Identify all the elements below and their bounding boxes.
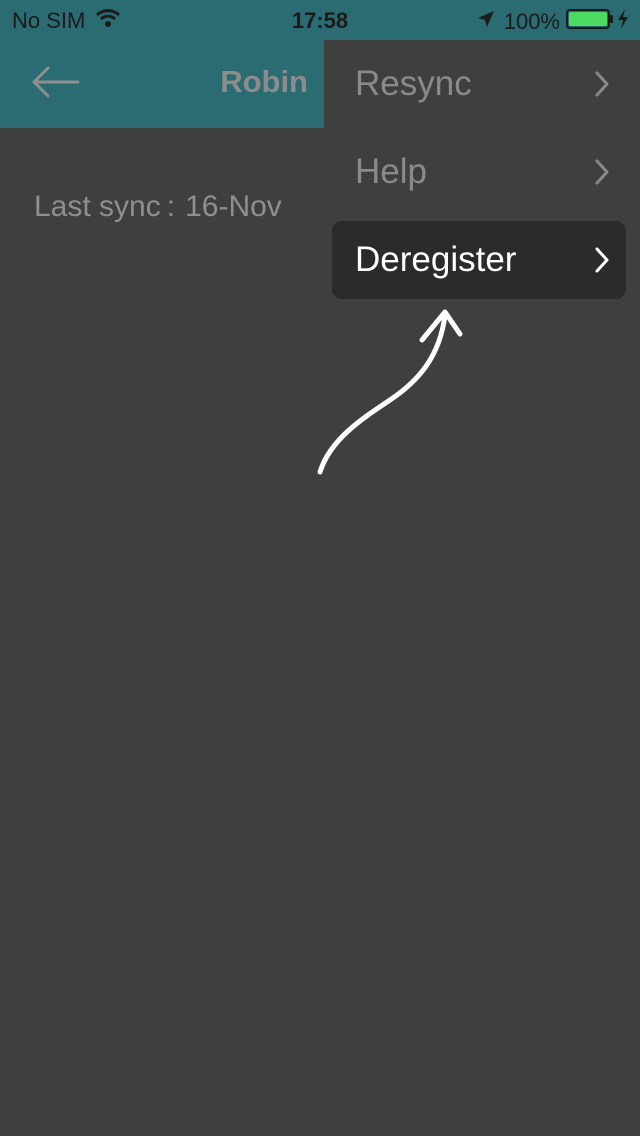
menu-item-label: Deregister [355,240,517,279]
back-arrow-icon [30,66,80,103]
menu-item-help[interactable]: Help [332,133,626,211]
menu-item-label: Help [355,152,427,191]
menu-item-label: Resync [355,64,472,103]
last-sync-value: 16-Nov [185,190,282,223]
charging-bolt-icon [616,8,630,36]
last-sync-separator: : [166,190,176,223]
battery-percent: 100% [503,9,560,34]
last-sync-row: Last sync:16-Nov [34,190,282,224]
menu-item-resync[interactable]: Resync [332,45,626,123]
overflow-menu: Resync Help Deregister [324,40,640,306]
back-button[interactable] [28,60,82,108]
battery-icon [566,8,616,36]
chevron-right-icon [594,246,610,274]
location-arrow-icon [476,9,496,35]
pointer-arrow-icon [300,300,480,495]
menu-item-deregister[interactable]: Deregister [332,221,626,299]
chevron-right-icon [594,70,610,98]
status-right: 100% [476,8,630,36]
last-sync-label: Last sync [34,190,161,223]
chevron-right-icon [594,158,610,186]
page-title: Robin [220,64,308,99]
status-bar: No SIM 17:58 100% [0,0,640,40]
